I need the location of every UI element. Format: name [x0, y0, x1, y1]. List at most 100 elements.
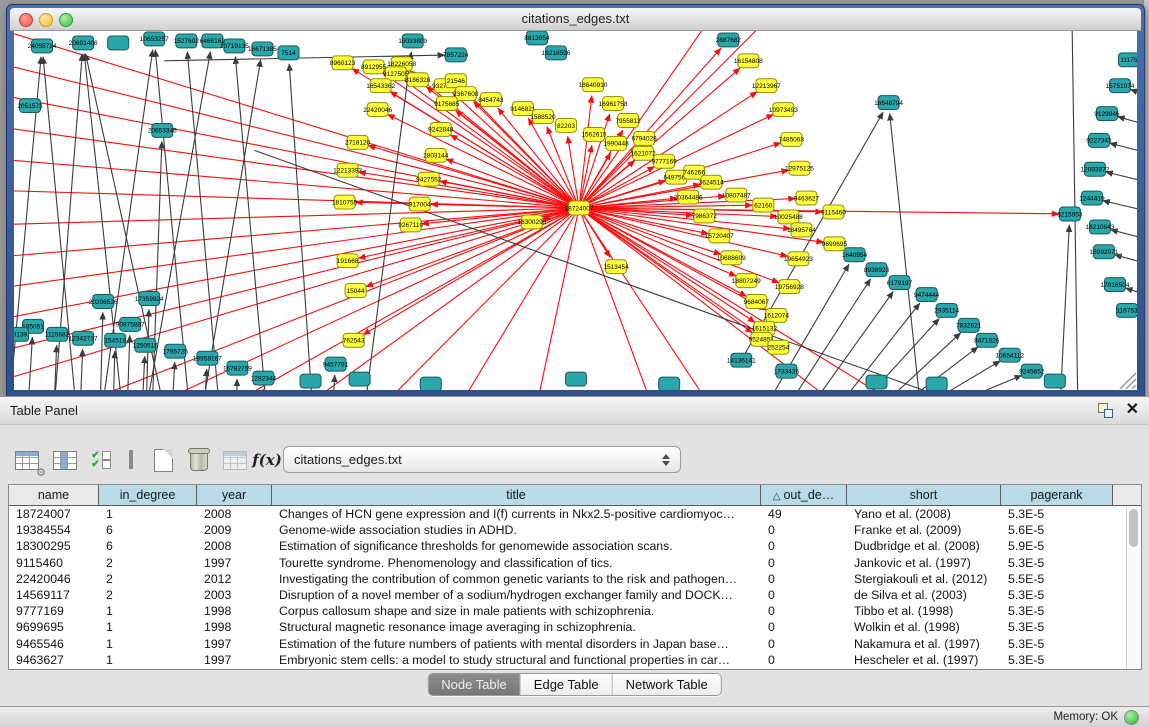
graph-node[interactable] [866, 375, 887, 389]
graph-node[interactable]: 1795725 [163, 344, 189, 358]
column-header-year[interactable]: year [197, 485, 272, 506]
table-row[interactable]: 1830029562008Estimation of significance … [9, 538, 1141, 554]
graph-node[interactable]: 2803144 [423, 148, 449, 162]
table-row[interactable]: 1872400712008Changes of HCN gene express… [9, 506, 1141, 522]
graph-node[interactable]: 10719135 [220, 39, 249, 53]
graph-node[interactable]: 17016504 [1101, 278, 1130, 292]
graph-node[interactable]: 1513454 [603, 260, 629, 274]
graph-node[interactable]: 15751074 [1106, 79, 1135, 93]
graph-node[interactable] [300, 374, 321, 388]
graph-node[interactable]: 10025488 [774, 210, 803, 224]
graph-node[interactable]: 1612074 [764, 308, 790, 322]
graph-node[interactable] [659, 377, 680, 390]
table-row[interactable]: 977716911998Corpus callosum shape and si… [9, 603, 1141, 619]
table-row[interactable]: 1938455462009Genome-wide association stu… [9, 522, 1141, 538]
graph-node[interactable]: 1562615 [581, 127, 607, 141]
graph-node[interactable]: 21546 [445, 74, 466, 88]
select-columns-icon[interactable]: ✔✔ [86, 446, 116, 474]
graph-node[interactable]: 8813054 [524, 31, 550, 45]
column-header-pagerank[interactable]: pagerank [1001, 485, 1113, 506]
graph-node[interactable]: 39139 [14, 327, 29, 341]
graph-node[interactable]: 20653346 [148, 123, 177, 137]
new-column-icon[interactable] [148, 446, 178, 474]
graph-node[interactable]: 12213967 [752, 79, 781, 93]
graph-node[interactable]: 12093872 [1080, 162, 1109, 176]
graph-node[interactable]: 20206526 [89, 295, 118, 309]
graph-node[interactable]: 6179197 [887, 276, 913, 290]
table-source-select[interactable]: citations_edges.txt [283, 446, 681, 473]
table-row[interactable]: 969969511998Structural magnetic resonanc… [9, 619, 1141, 635]
graph-node[interactable]: 22420046 [363, 103, 392, 117]
graph-node[interactable] [420, 377, 441, 390]
graph-node[interactable]: 18495764 [787, 223, 816, 237]
graph-node[interactable] [349, 372, 370, 386]
graph-node[interactable]: 9242848 [428, 122, 454, 136]
graph-node[interactable]: 90975887 [116, 317, 145, 331]
graph-node[interactable]: 12213393 [333, 163, 362, 177]
graph-node[interactable]: 15720407 [705, 229, 734, 243]
network-view-window[interactable]: citations_edges.txt 24055724206914061065… [6, 4, 1145, 398]
graph-node[interactable]: 154519 [104, 333, 126, 347]
graph-node[interactable]: 82203 [555, 119, 576, 133]
graph-node[interactable]: 2718120 [345, 135, 371, 149]
graph-node[interactable]: 18300295 [517, 215, 546, 229]
graph-node[interactable] [1044, 374, 1065, 388]
graph-node[interactable]: 9684067 [744, 295, 770, 309]
graph-node[interactable]: 19654923 [784, 252, 813, 266]
graph-node[interactable]: 16033809 [398, 34, 427, 48]
graph-node[interactable]: 1640954 [842, 248, 868, 262]
graph-node[interactable]: 7514 [278, 46, 299, 60]
graph-node[interactable]: 252254 [768, 340, 790, 354]
graph-node[interactable]: 9227343 [1086, 133, 1112, 147]
graph-node[interactable]: 10807487 [722, 188, 751, 202]
graph-node[interactable]: 9267110 [398, 218, 423, 232]
graph-node[interactable]: 18807249 [732, 274, 761, 288]
graph-node[interactable]: 7485063 [779, 132, 805, 146]
graph-node[interactable]: 14136141 [727, 353, 756, 367]
graph-node[interactable]: 9474444 [914, 288, 940, 302]
graph-node[interactable] [565, 372, 586, 386]
close-panel-icon[interactable]: ✕ [1126, 400, 1139, 420]
graph-node[interactable]: 191668 [337, 254, 359, 268]
graph-node[interactable]: 16210643 [1085, 220, 1114, 234]
graph-node[interactable]: 15992071 [1089, 245, 1118, 259]
graph-node[interactable]: 10654112 [996, 348, 1025, 362]
graph-node[interactable]: 7986372 [692, 209, 718, 223]
scrollbar-thumb[interactable] [1129, 509, 1138, 547]
graph-node[interactable]: 6794028 [631, 131, 657, 145]
graph-node[interactable]: 16782759 [223, 361, 252, 375]
graph-node[interactable]: 1588520 [530, 110, 556, 124]
graph-node[interactable]: 1527602 [174, 34, 200, 48]
graph-node[interactable]: 7857224 [443, 48, 469, 62]
graph-node[interactable]: 9457791 [323, 357, 349, 371]
graph-node[interactable]: 19958167 [193, 351, 222, 365]
graph-node[interactable]: 11175 [1118, 53, 1137, 67]
graph-node[interactable]: 2935114 [934, 303, 959, 317]
graph-node[interactable]: 19756928 [775, 280, 804, 294]
graph-node[interactable] [926, 377, 947, 390]
graph-node[interactable]: 1292344 [251, 371, 277, 385]
row-height-icon[interactable] [116, 446, 146, 474]
column-header-name[interactable]: name [9, 485, 99, 506]
graph-node[interactable]: 24055724 [28, 39, 57, 53]
graph-node[interactable]: 7832621 [956, 318, 982, 332]
graph-node[interactable]: 1810755 [332, 195, 358, 209]
graph-node[interactable]: 8454743 [478, 93, 504, 107]
graph-node[interactable]: 18640910 [579, 78, 608, 92]
graph-node[interactable]: 1115682 [45, 327, 70, 341]
graph-node[interactable] [108, 36, 129, 50]
graph-node[interactable]: 12975125 [785, 161, 814, 175]
graph-node[interactable]: 16543362 [366, 79, 395, 93]
table-row[interactable]: 911546021997Tourette syndrome. Phenomeno… [9, 555, 1141, 571]
graph-node[interactable]: 9245652 [1019, 364, 1045, 378]
table-row[interactable]: 2242004622012Investigating the contribut… [9, 571, 1141, 587]
graph-node[interactable]: 116753 [1116, 303, 1137, 317]
graph-node[interactable]: 2887682 [716, 33, 742, 47]
graph-node[interactable]: 10688609 [717, 251, 746, 265]
graph-node[interactable]: 9427552 [416, 172, 442, 186]
graph-node[interactable]: 8938923 [864, 263, 890, 277]
graph-node[interactable]: 7955812 [615, 114, 641, 128]
tab-node-table[interactable]: Node Table [428, 674, 521, 695]
table-settings-icon[interactable]: ⚙ [12, 446, 42, 474]
network-graph[interactable]: 2405572420691406106532571527602646616210… [14, 31, 1137, 390]
